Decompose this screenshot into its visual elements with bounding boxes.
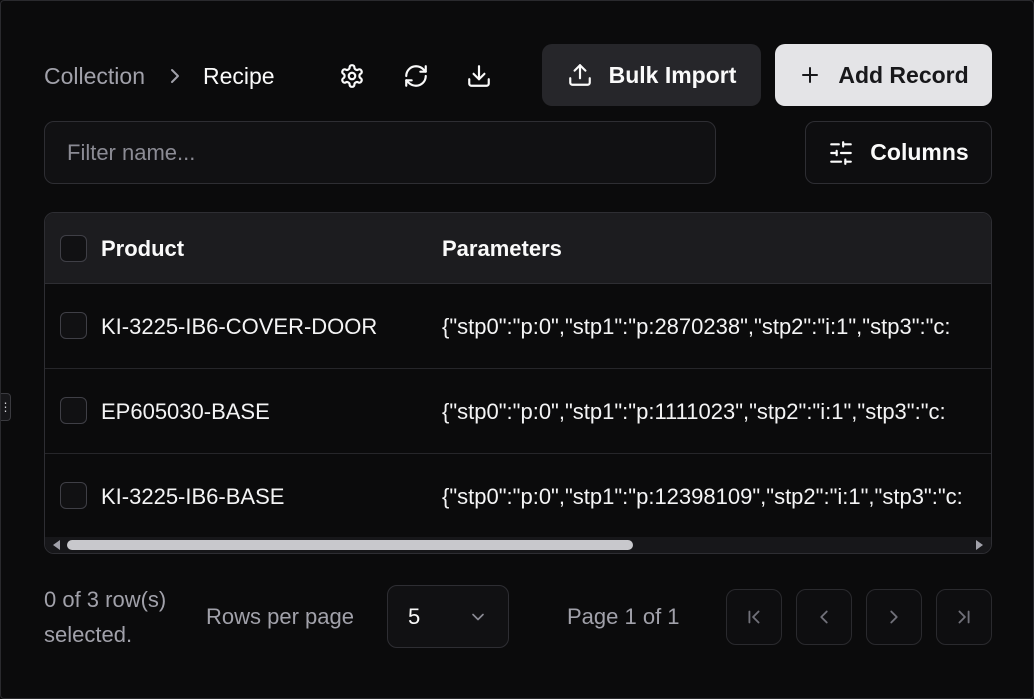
table-row[interactable]: EP605030-BASE {"stp0":"p:0","stp1":"p:11… xyxy=(45,369,991,454)
selection-count: 0 of 3 row(s) selected. xyxy=(44,582,166,652)
refresh-icon xyxy=(405,65,427,87)
cell-parameters: {"stp0":"p:0","stp1":"p:2870238","stp2":… xyxy=(442,313,951,339)
sliders-icon xyxy=(830,140,853,165)
rows-per-page-value: 5 xyxy=(408,603,421,629)
column-header-product[interactable]: Product xyxy=(101,213,184,284)
scroll-left-arrow-icon[interactable] xyxy=(53,540,60,550)
row-checkbox[interactable] xyxy=(60,312,87,339)
table-row[interactable]: KI-3225-IB6-COVER-DOOR {"stp0":"p:0","st… xyxy=(45,284,991,369)
chevron-right-icon xyxy=(890,610,898,624)
add-record-button[interactable]: Add Record xyxy=(775,44,992,106)
download-icon xyxy=(468,65,490,87)
table-header: Product Parameters xyxy=(45,213,991,284)
data-table: Product Parameters KI-3225-IB6-COVER-DOO… xyxy=(44,212,992,554)
row-checkbox[interactable] xyxy=(60,397,87,424)
table-row[interactable]: KI-3225-IB6-BASE {"stp0":"p:0","stp1":"p… xyxy=(45,454,991,539)
chevrons-left-first-icon xyxy=(748,610,760,624)
add-record-label: Add Record xyxy=(838,61,969,88)
chevron-left-icon xyxy=(820,610,828,624)
download-button[interactable] xyxy=(461,58,497,94)
last-page-button[interactable] xyxy=(936,589,992,645)
row-checkbox[interactable] xyxy=(60,482,87,509)
horizontal-scrollbar[interactable] xyxy=(45,537,991,553)
bulk-import-button[interactable]: Bulk Import xyxy=(542,44,761,106)
rows-per-page-select[interactable]: 5 xyxy=(387,585,509,648)
columns-button[interactable]: Columns xyxy=(805,121,992,184)
scroll-right-arrow-icon[interactable] xyxy=(976,540,983,550)
drag-handle-icon[interactable]: ⋮ xyxy=(0,393,12,421)
app-window: ⋮ Collection Recipe Bulk Import Add Reco… xyxy=(0,0,1034,699)
cell-parameters: {"stp0":"p:0","stp1":"p:12398109","stp2"… xyxy=(442,483,963,509)
chevron-down-icon xyxy=(472,613,484,620)
selection-count-line2: selected. xyxy=(44,622,133,647)
plus-icon xyxy=(802,67,819,83)
column-header-parameters[interactable]: Parameters xyxy=(442,213,562,284)
breadcrumb-recipe: Recipe xyxy=(203,62,275,89)
cell-parameters: {"stp0":"p:0","stp1":"p:1111023","stp2":… xyxy=(442,398,946,424)
gear-icon xyxy=(341,64,363,88)
columns-label: Columns xyxy=(870,139,969,165)
select-all-checkbox[interactable] xyxy=(60,235,87,262)
upload-icon xyxy=(568,64,591,86)
breadcrumb-collection[interactable]: Collection xyxy=(44,63,145,90)
first-page-button[interactable] xyxy=(726,589,782,645)
settings-button[interactable] xyxy=(334,58,370,94)
bulk-import-label: Bulk Import xyxy=(608,61,737,88)
cell-product: EP605030-BASE xyxy=(101,398,270,424)
page-info: Page 1 of 1 xyxy=(567,604,680,629)
filter-name-input[interactable] xyxy=(44,121,716,184)
breadcrumb: Collection Recipe xyxy=(44,61,275,91)
scroll-thumb[interactable] xyxy=(67,540,633,550)
rows-per-page-label: Rows per page xyxy=(206,604,354,629)
chevron-right-icon xyxy=(169,68,181,84)
refresh-button[interactable] xyxy=(398,58,434,94)
cell-product: KI-3225-IB6-BASE xyxy=(101,483,285,509)
cell-product: KI-3225-IB6-COVER-DOOR xyxy=(101,313,378,339)
selection-count-line1: 0 of 3 row(s) xyxy=(44,587,167,612)
previous-page-button[interactable] xyxy=(796,589,852,645)
next-page-button[interactable] xyxy=(866,589,922,645)
chevrons-right-last-icon xyxy=(958,610,970,624)
